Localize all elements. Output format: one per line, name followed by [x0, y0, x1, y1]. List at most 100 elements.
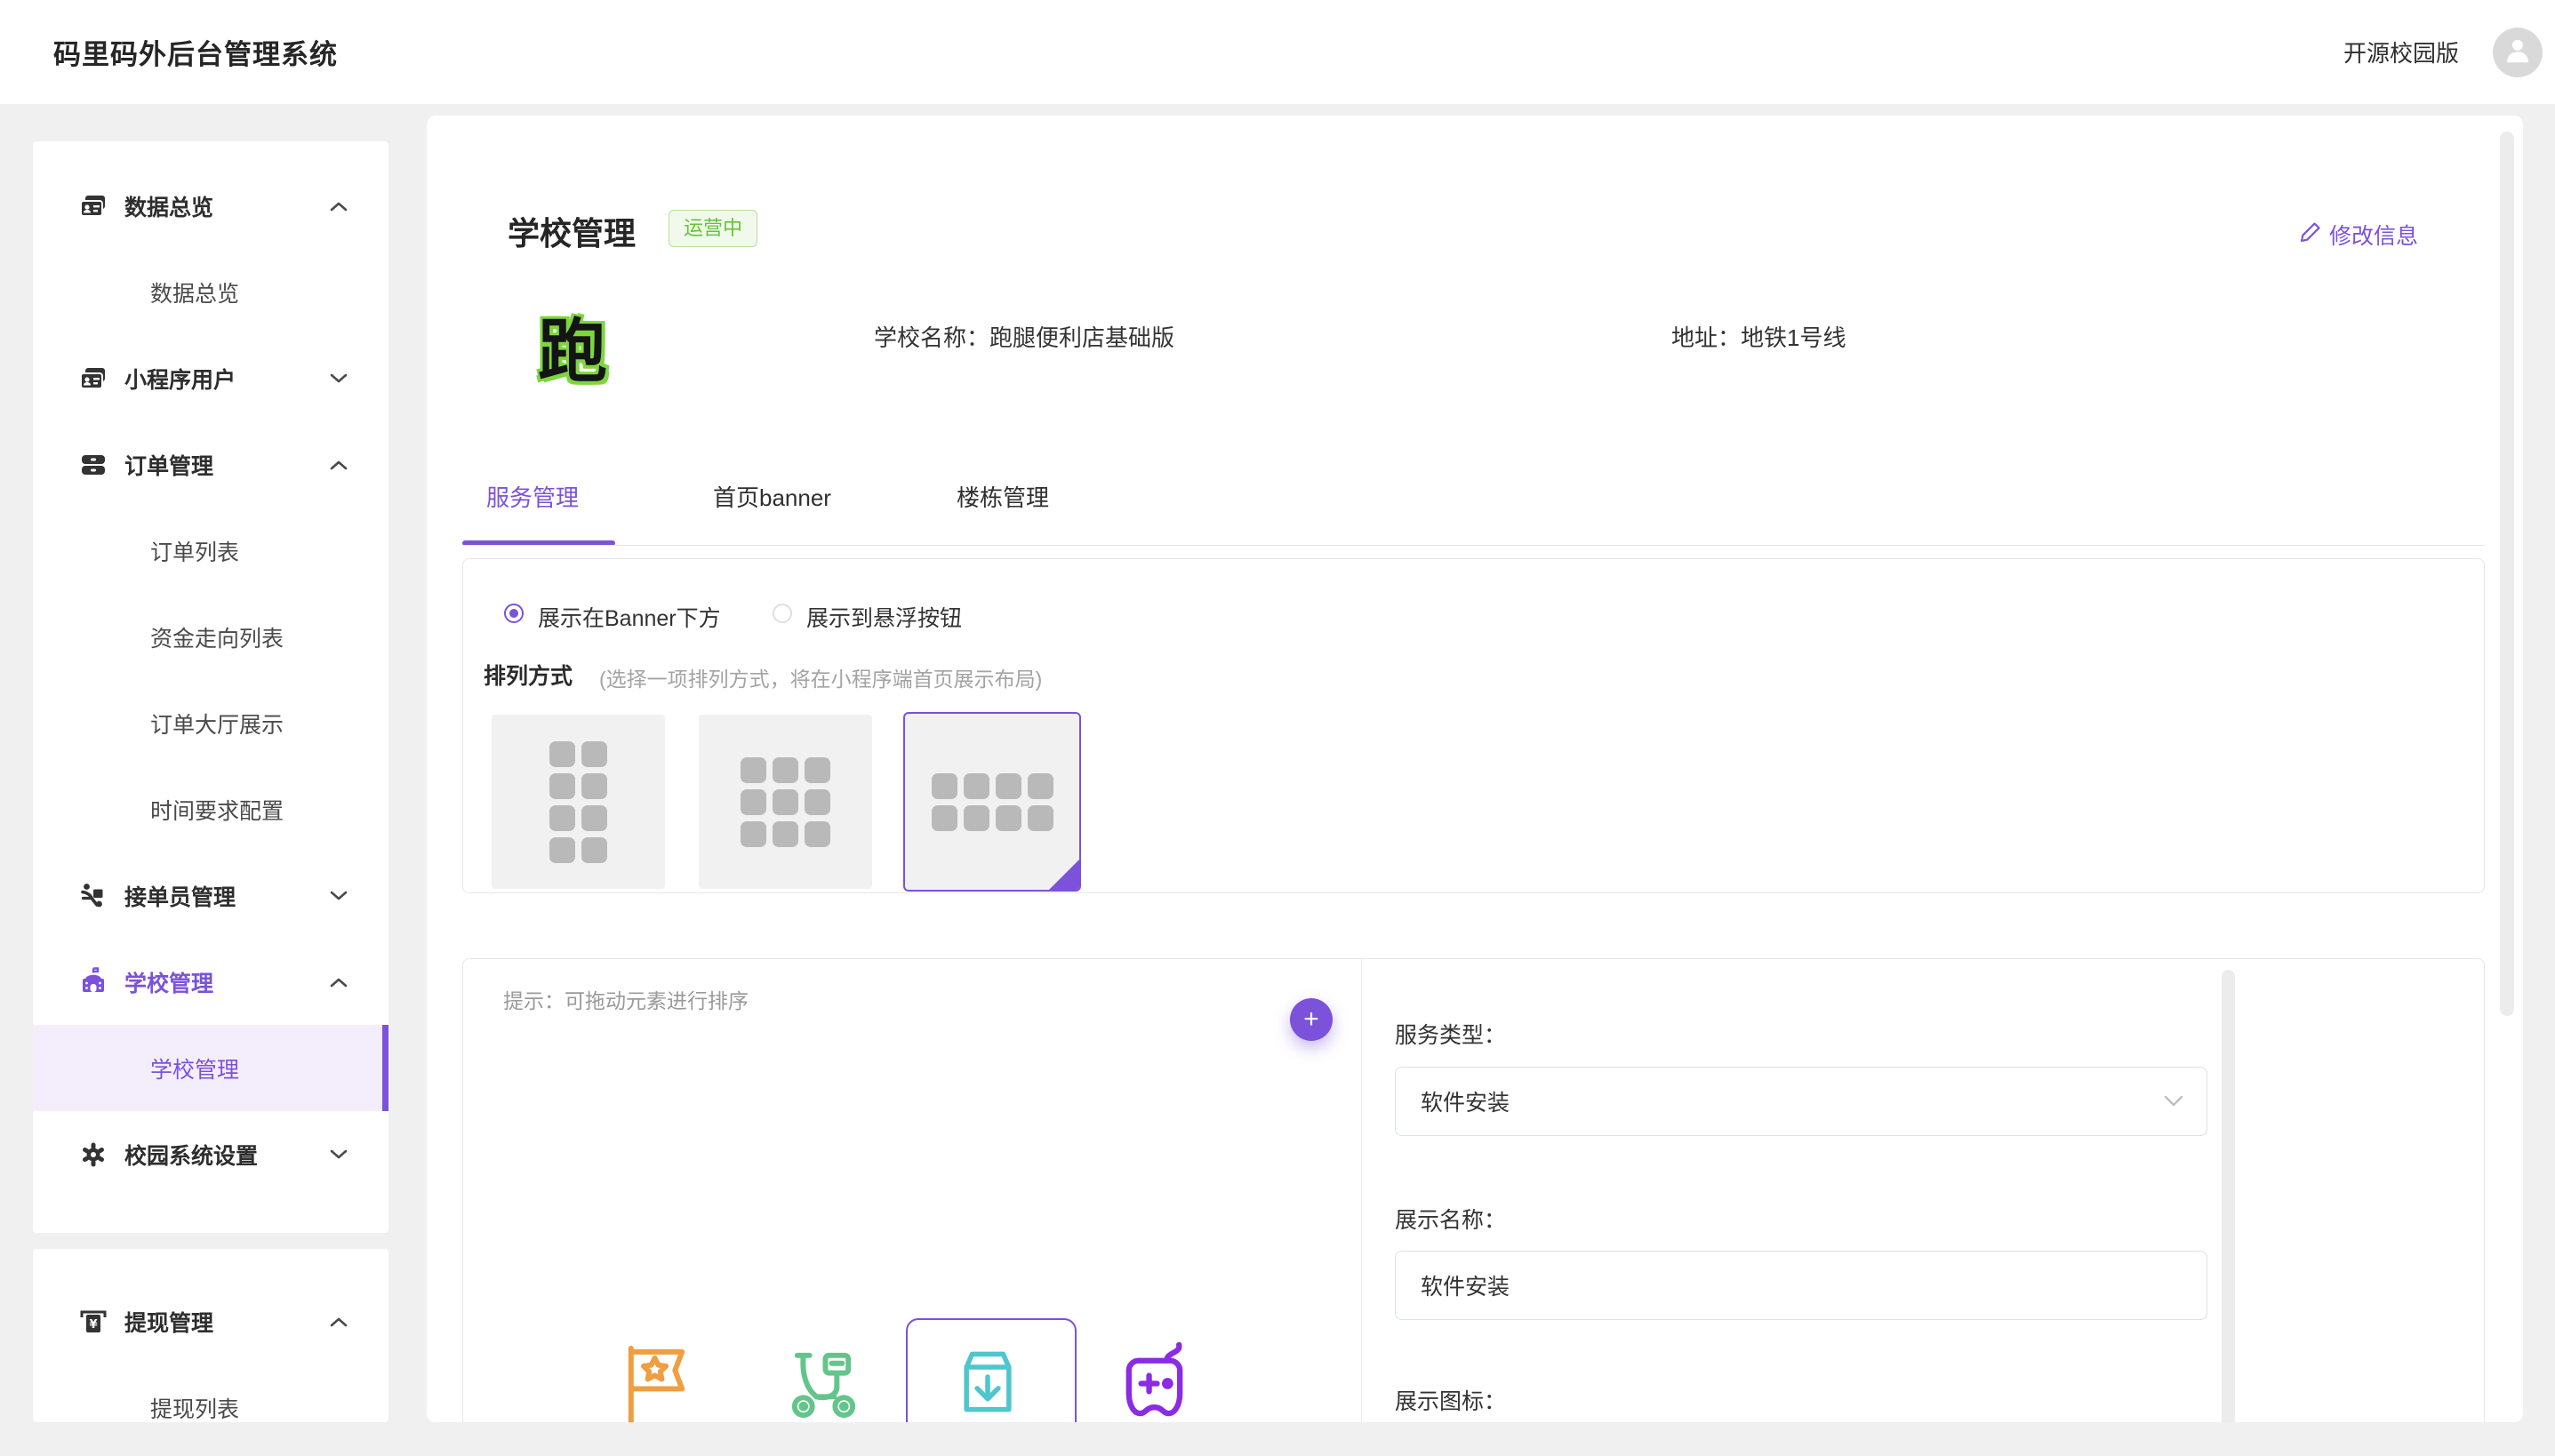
add-service-button[interactable]: +: [1290, 998, 1333, 1041]
service-type-select[interactable]: 软件安装: [1395, 1067, 2207, 1136]
sidebar-group-school-management[interactable]: 学校管理: [33, 939, 388, 1025]
radio-show-float-button[interactable]: [773, 604, 792, 623]
sidebar-item-label: 订单大厅展示: [150, 708, 284, 740]
school-address-field: 地址：地铁1号线: [1671, 320, 1846, 353]
sidebar-group-label: 数据总览: [124, 190, 213, 222]
tab-building-management[interactable]: 楼栋管理: [957, 480, 1049, 513]
layout-preview-grid: [741, 757, 830, 847]
sidebar-group-label: 校园系统设置: [124, 1139, 258, 1171]
school-address-label: 地址：: [1671, 324, 1741, 351]
package-icon[interactable]: [949, 1340, 1027, 1422]
chevron-up-icon: [330, 460, 348, 470]
radio-show-under-banner[interactable]: [504, 604, 524, 623]
chevron-down-icon: [330, 891, 348, 901]
sidebar-item-time-requirement-config[interactable]: 时间要求配置: [33, 766, 388, 852]
sidebar-item-label: 资金走向列表: [150, 621, 284, 653]
app-title: 码里码外后台管理系统: [53, 32, 338, 72]
radio-show-under-banner-label[interactable]: 展示在Banner下方: [538, 601, 721, 633]
arrange-mode-label: 排列方式: [484, 659, 573, 691]
sidebar-group-label: 小程序用户: [124, 363, 236, 395]
chevron-down-icon: [330, 1149, 348, 1160]
tab-home-banner[interactable]: 首页banner: [713, 480, 831, 513]
form-scrollbar-thumb[interactable]: [2222, 970, 2235, 1422]
display-icon-label: 展示图标：: [1395, 1384, 1506, 1416]
chevron-up-icon: [330, 977, 348, 988]
gamepad-icon[interactable]: [1112, 1340, 1197, 1422]
edit-info-button[interactable]: 修改信息: [2299, 219, 2418, 251]
display-name-input[interactable]: [1395, 1251, 2207, 1320]
chevron-up-icon: [330, 201, 348, 212]
svg-text:¥: ¥: [89, 1318, 97, 1332]
edition-label: 开源校园版: [2343, 36, 2459, 68]
sidebar-item-order-hall-display[interactable]: 订单大厅展示: [33, 680, 388, 766]
sidebar-item-label: 订单列表: [150, 535, 239, 567]
data-overview-icon: [78, 191, 108, 221]
scooter-icon[interactable]: [781, 1340, 866, 1422]
sidebar-withdraw-card: ¥ 提现管理 提现列表: [33, 1249, 388, 1422]
chevron-down-icon: [2164, 1095, 2183, 1108]
sidebar-group-label: 订单管理: [124, 449, 213, 481]
school-logo: 跑: [529, 302, 616, 389]
sidebar-group-miniprogram-users[interactable]: 小程序用户: [33, 335, 388, 421]
panel-divider: [1361, 959, 1362, 1422]
page-scrollbar-thumb[interactable]: [2500, 132, 2514, 1016]
chevron-up-icon: [330, 1316, 348, 1327]
school-management-icon: [78, 967, 108, 997]
arrange-mode-hint: (选择一项排列方式，将在小程序端首页展示布局): [599, 662, 1042, 692]
flag-icon[interactable]: [615, 1340, 700, 1422]
sidebar-item-label: 时间要求配置: [150, 794, 284, 826]
sidebar-group-withdrawal-management[interactable]: ¥ 提现管理: [33, 1278, 388, 1364]
layout-option-3x3[interactable]: [699, 715, 872, 889]
page-title: 学校管理: [508, 208, 636, 254]
chevron-down-icon: [330, 373, 348, 384]
sidebar-group-data-overview[interactable]: 数据总览: [33, 163, 388, 249]
drag-sort-hint: 提示：可拖动元素进行排序: [503, 984, 749, 1014]
sidebar-item-funds-flow-list[interactable]: 资金走向列表: [33, 594, 388, 680]
sidebar-item-order-list[interactable]: 订单列表: [33, 508, 388, 594]
selected-corner-mark: [1048, 859, 1080, 891]
sidebar-group-label: 接单员管理: [124, 880, 236, 912]
pencil-icon: [2299, 220, 2322, 250]
tabs-divider: [462, 545, 2485, 546]
sidebar-group-order-management[interactable]: 订单管理: [33, 421, 388, 508]
sidebar-group-label: 提现管理: [124, 1306, 213, 1338]
layout-preview-grid: [932, 773, 1053, 831]
active-item-indicator: [382, 1025, 388, 1111]
layout-option-4x2[interactable]: [903, 712, 1081, 892]
school-name-field: 学校名称：跑腿便利店基础版: [874, 320, 1174, 353]
service-type-value: 软件安装: [1421, 1085, 1510, 1117]
sidebar-item-data-overview[interactable]: 数据总览: [33, 249, 388, 335]
withdrawal-icon: ¥: [78, 1307, 108, 1337]
sidebar-group-campus-settings[interactable]: 校园系统设置: [33, 1111, 388, 1197]
school-name-value: 跑腿便利店基础版: [989, 324, 1174, 351]
person-icon: [2502, 34, 2534, 70]
sidebar-item-label: 数据总览: [150, 276, 239, 308]
edit-info-label: 修改信息: [2329, 219, 2418, 251]
user-avatar[interactable]: [2493, 28, 2543, 77]
layout-preview-grid: [549, 741, 607, 863]
sidebar-group-courier-management[interactable]: 接单员管理: [33, 852, 388, 939]
sidebar-item-school-management[interactable]: 学校管理: [33, 1025, 388, 1111]
sidebar-item-label: 提现列表: [150, 1392, 239, 1423]
tab-service-management[interactable]: 服务管理: [486, 480, 579, 513]
app-header: 码里码外后台管理系统 开源校园版: [0, 0, 2555, 104]
service-type-label: 服务类型：: [1395, 1018, 1506, 1050]
status-badge: 运营中: [669, 210, 757, 247]
display-options-panel: 展示在Banner下方 展示到悬浮按钮 排列方式 (选择一项排列方式，将在小程序…: [462, 558, 2485, 893]
school-address-value: 地铁1号线: [1741, 324, 1846, 351]
layout-option-2x4[interactable]: [492, 715, 665, 889]
sidebar: 数据总览 数据总览 小程序用户 订单管理 订单列表 资金走向列表 订单: [33, 141, 388, 1233]
campus-settings-icon: [78, 1140, 108, 1170]
header-right: 开源校园版: [2343, 28, 2543, 77]
sidebar-item-withdraw-list[interactable]: 提现列表: [33, 1364, 388, 1422]
order-management-icon: [78, 450, 108, 480]
main-content-card: 学校管理 运营中 修改信息 跑 学校名称：跑腿便利店基础版 地址：地铁1号线 服…: [427, 116, 2523, 1422]
service-sorter-panel: 提示：可拖动元素进行排序 +: [462, 958, 2485, 1422]
radio-show-float-button-label[interactable]: 展示到悬浮按钮: [806, 601, 962, 633]
school-name-label: 学校名称：: [874, 324, 989, 351]
sidebar-item-label: 学校管理: [150, 1052, 239, 1084]
app-root: 码里码外后台管理系统 开源校园版 数据总览 数据总览 小程序用户: [0, 0, 2555, 1456]
display-name-label: 展示名称：: [1395, 1203, 1506, 1235]
miniprogram-user-icon: [78, 364, 108, 394]
courier-management-icon: [78, 881, 108, 911]
